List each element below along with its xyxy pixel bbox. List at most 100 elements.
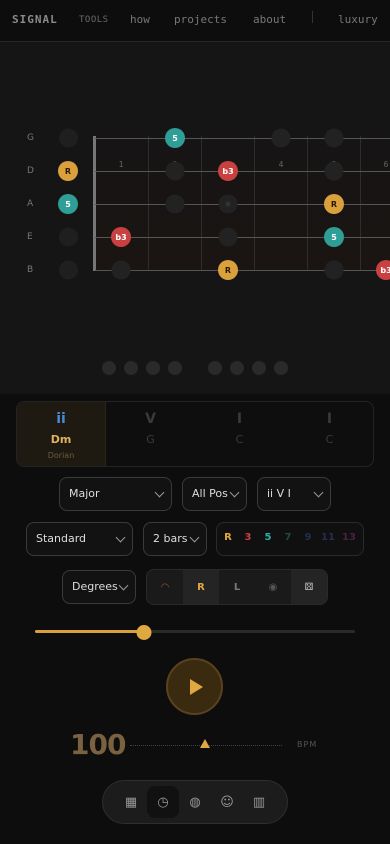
progress-slider[interactable]: [35, 630, 355, 633]
chord-progression: ii Dm Dorian V G I C I C: [16, 401, 374, 467]
interval-toggle[interactable]: 3: [245, 532, 252, 543]
fret-number: 1: [118, 160, 124, 169]
interval-toggle[interactable]: 5: [265, 532, 272, 543]
nav-divider: [312, 11, 313, 23]
chord-name: C: [235, 433, 244, 446]
tempo-marker[interactable]: [200, 739, 210, 748]
play-icon: [190, 679, 203, 695]
ghost-note[interactable]: [324, 260, 344, 280]
note-marker[interactable]: 5: [58, 194, 78, 214]
guitar-string: [95, 204, 390, 205]
nav-link-luxury[interactable]: luxury: [338, 13, 378, 26]
interval-toggle[interactable]: 11: [321, 532, 335, 543]
ghost-note[interactable]: [165, 194, 185, 214]
rainbow-button[interactable]: ◠: [147, 570, 183, 604]
interval-toggle[interactable]: 13: [342, 532, 356, 543]
length-select-value: 2 bars: [153, 532, 188, 545]
visibility-button[interactable]: ◉: [255, 570, 291, 604]
page-dot[interactable]: [168, 361, 182, 375]
chord-slot-1[interactable]: ii Dm Dorian: [17, 402, 106, 466]
top-nav: SIGNAL TOOLS how projects about luxury: [0, 0, 390, 42]
open-string-dot[interactable]: [59, 260, 78, 280]
chevron-down-icon: [115, 532, 126, 543]
string-label: A: [27, 199, 34, 209]
page-dot[interactable]: [124, 361, 138, 375]
progress-fill: [35, 630, 144, 633]
note-marker[interactable]: 5: [324, 227, 344, 247]
open-string-dot[interactable]: [59, 128, 78, 148]
progress-handle[interactable]: [136, 625, 152, 640]
progression-select[interactable]: ii V I: [257, 477, 331, 511]
chevron-down-icon: [154, 487, 165, 498]
guitar-string: [95, 138, 390, 139]
guitar-string: [95, 171, 390, 172]
left-handed-button[interactable]: L: [219, 570, 255, 604]
open-string-dot[interactable]: [59, 227, 78, 247]
ghost-note[interactable]: [111, 260, 131, 280]
fret-number: 6: [383, 160, 389, 169]
string-label: B: [27, 265, 34, 275]
note-marker[interactable]: b3: [218, 161, 238, 181]
nav-link-about[interactable]: about: [253, 13, 286, 26]
chord-name: G: [146, 433, 155, 446]
progression-select-value: ii V I: [267, 487, 291, 500]
interval-toggle[interactable]: 9: [305, 532, 312, 543]
chord-slot-2[interactable]: V G: [106, 402, 195, 466]
scale-select[interactable]: Major: [59, 477, 172, 511]
dice-button[interactable]: ⚄: [291, 570, 327, 604]
interval-toggle[interactable]: 7: [285, 532, 292, 543]
play-button[interactable]: [166, 658, 223, 715]
brand-logo[interactable]: SIGNAL: [12, 13, 58, 26]
page-dot[interactable]: [230, 361, 244, 375]
fret-inlay: [225, 201, 231, 207]
interval-toggle[interactable]: R: [224, 532, 232, 543]
root-button[interactable]: R: [183, 570, 219, 604]
note-marker[interactable]: R: [324, 194, 344, 214]
tuning-select[interactable]: Standard: [26, 522, 133, 556]
chevron-down-icon: [229, 487, 240, 498]
length-select[interactable]: 2 bars: [143, 522, 207, 556]
tools-label[interactable]: TOOLS: [79, 15, 109, 25]
ghost-icon[interactable]: ☺: [211, 786, 243, 818]
page-dot[interactable]: [146, 361, 160, 375]
chevron-down-icon: [189, 532, 200, 543]
chevron-down-icon: [118, 580, 129, 591]
guitar-string: [95, 270, 390, 271]
page-dot[interactable]: [208, 361, 222, 375]
chord-degree: I: [236, 411, 243, 427]
page-dot[interactable]: [102, 361, 116, 375]
ghost-note[interactable]: [271, 128, 291, 148]
note-marker[interactable]: R: [58, 161, 78, 181]
ghost-note[interactable]: [165, 161, 185, 181]
nav-link-how[interactable]: how: [130, 13, 150, 26]
fret-number: 4: [278, 160, 284, 169]
display-tools: ◠ R L ◉ ⚄: [146, 569, 328, 605]
chord-slot-4[interactable]: I C: [284, 402, 373, 466]
chord-slot-3[interactable]: I C: [195, 402, 284, 466]
page-dot[interactable]: [274, 361, 288, 375]
drum-icon[interactable]: ◍: [179, 786, 211, 818]
string-label: D: [27, 166, 34, 176]
string-label: G: [27, 133, 34, 143]
note-marker[interactable]: 5: [165, 128, 185, 148]
page-dot[interactable]: [252, 361, 266, 375]
ghost-note[interactable]: [218, 227, 238, 247]
nav-link-projects[interactable]: projects: [174, 13, 227, 26]
clock-icon[interactable]: ◷: [147, 786, 179, 818]
fretboard-panel: GDAEB1234565Rb35Rb35Rb3: [0, 42, 390, 394]
chord-name: Dm: [50, 433, 72, 446]
ghost-note[interactable]: [324, 128, 344, 148]
tempo-value[interactable]: 100: [70, 728, 126, 761]
scale-select-value: Major: [69, 487, 100, 500]
piano-icon[interactable]: ▥: [243, 786, 275, 818]
note-marker[interactable]: b3: [376, 260, 390, 280]
note-marker[interactable]: R: [218, 260, 238, 280]
position-select[interactable]: All Pos: [182, 477, 247, 511]
string-label: E: [27, 232, 33, 242]
interval-toggles: R 3 5 7 9 11 13: [216, 522, 364, 556]
ghost-note[interactable]: [324, 161, 344, 181]
label-mode-select[interactable]: Degrees: [62, 570, 136, 604]
chord-name: C: [325, 433, 334, 446]
grid-icon[interactable]: ▦: [115, 786, 147, 818]
note-marker[interactable]: b3: [111, 227, 131, 247]
